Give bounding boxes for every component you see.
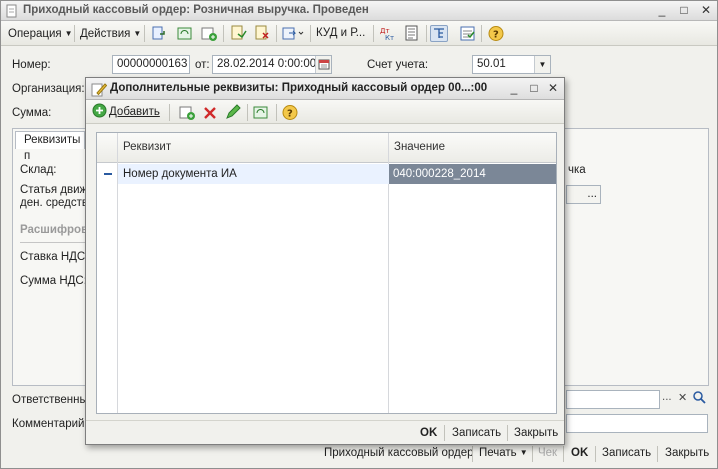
go-to-icon[interactable] [281,25,305,42]
checklist-icon[interactable] [459,25,477,42]
additional-attributes-dialog: Дополнительные реквизиты: Приходный касс… [85,77,565,445]
comment-label: Комментарий: [12,418,88,430]
attributes-table[interactable]: Реквизит Значение Номер документа ИА 040… [96,132,557,414]
svg-text:Кт: Кт [385,34,394,42]
main-title-bar: Приходный кассовый ордер: Розничная выру… [1,1,717,21]
operation-menu[interactable]: Операция ▼ [8,25,73,42]
responsible-field[interactable] [566,390,660,409]
close-form-button[interactable]: Закрыть [665,447,709,459]
window-title: Приходный кассовый ордер: Розничная выру… [23,4,369,16]
vat-sum-label: Сумма НДС: [20,275,87,287]
attribute-cell[interactable]: Номер документа ИА [123,168,237,180]
section-divider [20,242,90,243]
vat-rate-label: Ставка НДС: [20,251,89,263]
account-field[interactable]: 50.01 ▼ [472,55,551,74]
chevron-down-icon[interactable]: ▼ [534,56,550,73]
maximize-button[interactable]: □ [676,3,692,18]
ok-button[interactable]: OK [571,447,588,459]
add-button[interactable]: Добавить [92,103,160,121]
save-button[interactable]: Записать [602,447,651,459]
edit-icon[interactable] [224,104,242,121]
search-icon[interactable] [692,390,706,408]
number-field[interactable]: 00000000163 [112,55,190,74]
organization-label: Организация: [12,83,85,95]
comment-field[interactable] [566,414,708,433]
dialog-ok-button[interactable]: OK [420,427,437,439]
breakdown-section-title: Расшифров [20,224,89,236]
date-field[interactable]: 28.02.2014 0:00:00 [212,55,332,74]
dialog-title: Дополнительные реквизиты: Приходный касс… [110,82,488,94]
date-label: от: [195,59,210,71]
date-value: 28.02.2014 0:00:00 [217,58,317,70]
help-icon[interactable]: ? [281,104,299,121]
dialog-maximize-button[interactable]: □ [526,81,542,96]
post-document-icon[interactable] [229,25,247,42]
main-toolbar: Операция ▼ Действия ▼ КУД и Р... Дт Кт ? [1,21,717,46]
dialog-command-bar: OK Записать Закрыть [86,420,564,444]
actions-menu[interactable]: Действия ▼ [80,25,141,42]
pencil-icon [91,81,108,100]
close-button[interactable]: ✕ [698,3,714,18]
dialog-close-button[interactable]: ✕ [545,81,561,96]
select-ellipsis[interactable]: ... [662,391,672,403]
delete-icon[interactable] [201,104,219,121]
unpost-document-icon[interactable] [253,25,271,42]
retail-revenue-partial-text: чка [568,164,586,176]
document-icon [6,4,18,18]
select-ellipsis[interactable]: ... [587,188,597,200]
add-copy-icon[interactable] [200,25,218,42]
tab-details[interactable]: Реквизиты п [15,131,85,162]
dialog-close-form-button[interactable]: Закрыть [514,427,558,439]
dialog-title-bar: Дополнительные реквизиты: Приходный касс… [86,78,564,100]
add-icon [92,103,107,124]
column-header-value[interactable]: Значение [394,141,445,153]
value-cell[interactable]: 040:000228_2014 [389,164,556,184]
doc-print-form-button[interactable]: Приходный кассовый ордер [324,447,474,459]
clear-icon[interactable]: ✕ [678,391,687,404]
cashflow-item-field[interactable]: ... [566,185,601,204]
check-button[interactable]: Чек [538,447,557,459]
refresh-icon[interactable] [176,25,194,42]
copy-row-icon[interactable] [178,104,196,121]
cashflow-label-line2: ден. средств [20,197,88,209]
account-label: Счет учета: [367,59,429,71]
responsible-label: Ответственны [12,394,88,406]
calendar-icon[interactable] [315,56,331,73]
help-icon[interactable]: ? [487,25,505,42]
cashflow-label-line1: Статья движ [20,184,88,196]
dialog-minimize-button[interactable]: _ [506,81,522,96]
journal-icon[interactable] [403,25,421,42]
minimize-button[interactable]: _ [654,3,670,18]
column-header-attribute[interactable]: Реквизит [123,141,171,153]
refresh-icon[interactable] [252,104,270,121]
dt-kt-icon[interactable]: Дт Кт [379,25,397,42]
dialog-save-button[interactable]: Записать [452,427,501,439]
number-label: Номер: [12,59,51,71]
post-and-close-icon[interactable] [150,25,168,42]
structure-icon[interactable] [430,25,448,42]
row-marker-icon [104,173,112,175]
warehouse-label: Склад: [20,164,57,176]
print-menu[interactable]: Печать ▼ [479,447,528,459]
table-header: Реквизит Значение [97,133,556,163]
dialog-toolbar: Добавить ? [86,100,564,124]
svg-text:?: ? [493,30,499,41]
sum-label: Сумма: [12,107,52,119]
kud-report-button[interactable]: КУД и Р... [316,25,365,42]
account-value: 50.01 [477,58,506,70]
svg-text:?: ? [287,109,293,120]
